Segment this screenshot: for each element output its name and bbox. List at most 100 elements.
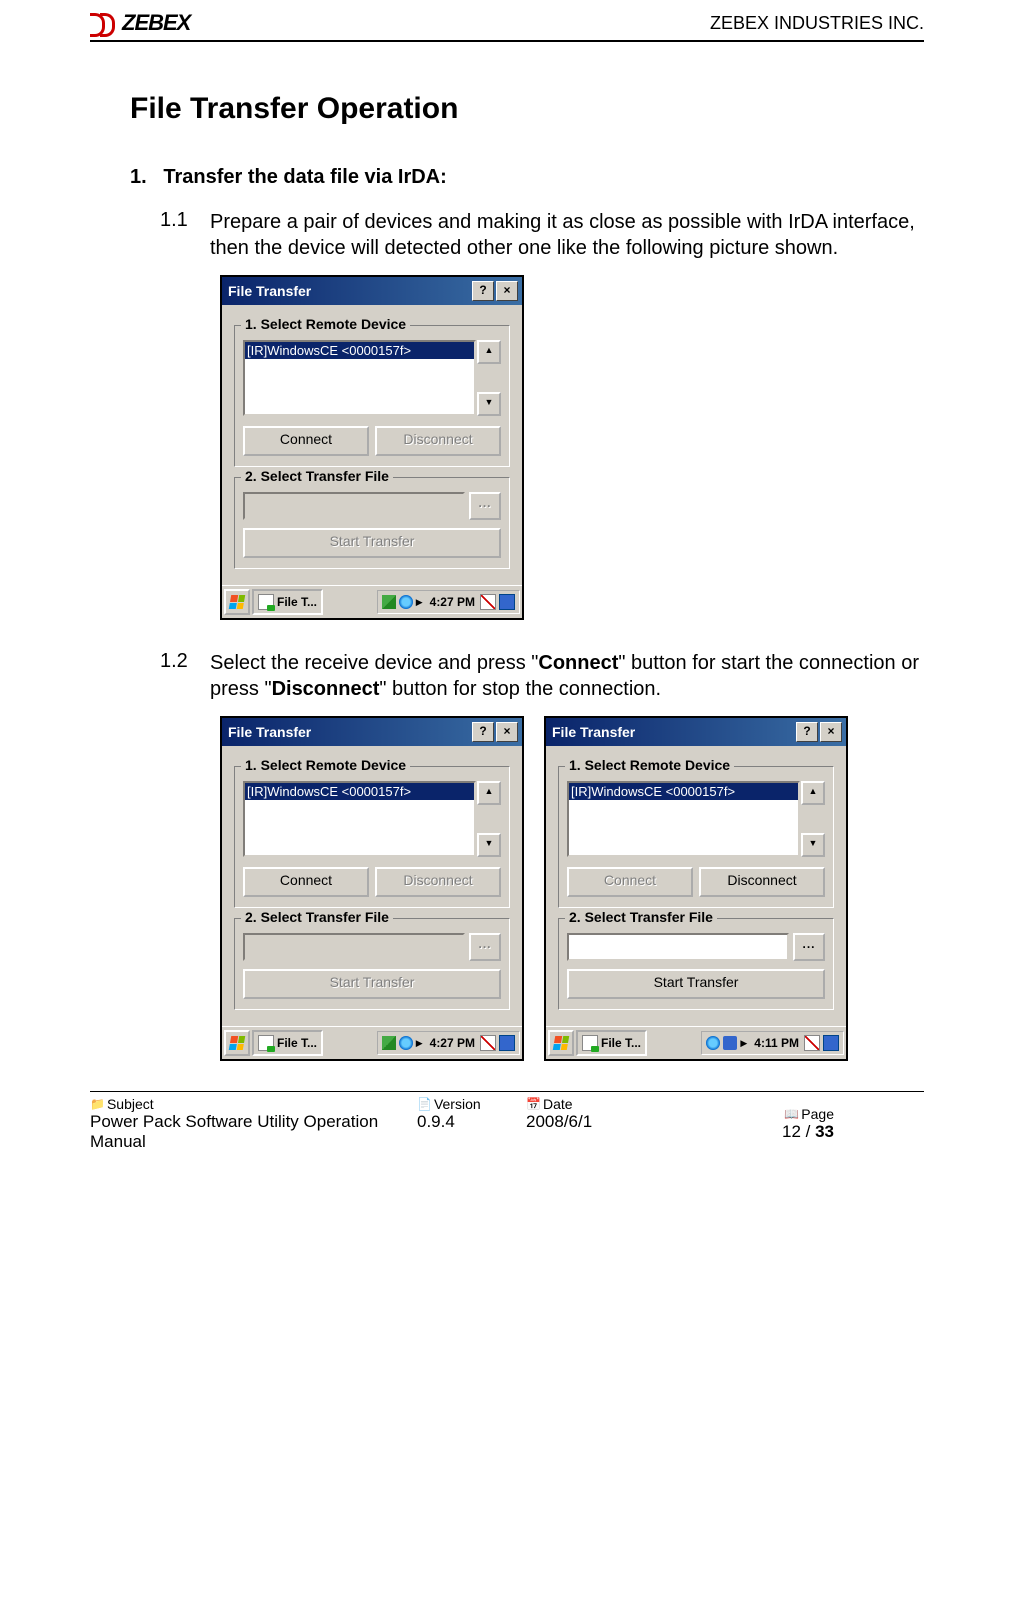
system-tray: ▶ 4:27 PM bbox=[377, 1031, 520, 1055]
tray-icon[interactable] bbox=[480, 1035, 496, 1051]
scroll-up-icon[interactable]: ▲ bbox=[801, 781, 825, 805]
titlebar: File Transfer ? × bbox=[222, 277, 522, 305]
scroll-down-icon[interactable]: ▼ bbox=[477, 392, 501, 416]
clock: 4:27 PM bbox=[428, 1036, 477, 1050]
tray-icon[interactable] bbox=[804, 1035, 820, 1051]
close-button[interactable]: × bbox=[496, 722, 518, 742]
tray-icon[interactable] bbox=[399, 595, 413, 609]
footer-date: 2008/6/1 bbox=[526, 1112, 657, 1132]
substep-1-2: 1.2 Select the receive device and press … bbox=[160, 650, 924, 702]
clock: 4:27 PM bbox=[428, 595, 477, 609]
company-name: ZEBEX INDUSTRIES INC. bbox=[710, 13, 924, 34]
group-remote-device: 1. Select Remote Device [IR]WindowsCE <0… bbox=[234, 325, 510, 467]
tray-icon[interactable] bbox=[382, 595, 396, 609]
taskbar: File T... ▶ 4:11 PM bbox=[546, 1026, 846, 1059]
start-transfer-button: Start Transfer bbox=[243, 528, 501, 558]
group-remote-device: 1. Select Remote Device [IR]WindowsCE <0… bbox=[234, 766, 510, 908]
taskbar-app[interactable]: File T... bbox=[576, 1030, 647, 1056]
scroll-down-icon[interactable]: ▼ bbox=[477, 833, 501, 857]
device-item[interactable]: [IR]WindowsCE <0000157f> bbox=[245, 342, 474, 359]
connect-button: Connect bbox=[567, 867, 693, 897]
device-list[interactable]: [IR]WindowsCE <0000157f> bbox=[243, 340, 476, 416]
device-list[interactable]: [IR]WindowsCE <0000157f> bbox=[243, 781, 476, 857]
windows-icon bbox=[229, 1036, 245, 1050]
browse-button: ... bbox=[469, 492, 501, 520]
footer-version: 0.9.4 bbox=[417, 1112, 526, 1132]
start-button[interactable] bbox=[548, 1030, 574, 1056]
group-remote-device: 1. Select Remote Device [IR]WindowsCE <0… bbox=[558, 766, 834, 908]
step-1: 1. Transfer the data file via IrDA: bbox=[130, 166, 924, 189]
show-desktop-icon[interactable] bbox=[499, 594, 515, 610]
device-list[interactable]: [IR]WindowsCE <0000157f> bbox=[567, 781, 800, 857]
browse-button[interactable]: ... bbox=[793, 933, 825, 961]
logo-icon bbox=[90, 13, 118, 33]
clock-arrow-icon: ▶ bbox=[416, 597, 423, 608]
close-button[interactable]: × bbox=[496, 281, 518, 301]
scroll-down-icon[interactable]: ▼ bbox=[801, 833, 825, 857]
titlebar: File Transfer ? × bbox=[546, 718, 846, 746]
folder-icon: 📁 bbox=[90, 1097, 105, 1111]
logo: ZEBEX bbox=[90, 10, 190, 36]
app-icon bbox=[582, 1035, 598, 1051]
disconnect-button: Disconnect bbox=[375, 426, 501, 456]
window-title: File Transfer bbox=[550, 724, 794, 740]
clock-arrow-icon: ▶ bbox=[416, 1038, 423, 1049]
browse-button: ... bbox=[469, 933, 501, 961]
window-title: File Transfer bbox=[226, 724, 470, 740]
group-transfer-file: 2. Select Transfer File ... Start Transf… bbox=[558, 918, 834, 1010]
app-icon bbox=[258, 1035, 274, 1051]
tray-icon[interactable] bbox=[706, 1036, 720, 1050]
app-icon bbox=[258, 594, 274, 610]
windows-icon bbox=[229, 595, 245, 609]
clock: 4:11 PM bbox=[752, 1036, 801, 1050]
tray-icon[interactable] bbox=[399, 1036, 413, 1050]
footer-subject: Power Pack Software Utility Operation Ma… bbox=[90, 1112, 417, 1152]
file-path-input bbox=[243, 492, 465, 520]
logo-text: ZEBEX bbox=[122, 10, 190, 36]
page-footer: 📁Subject Power Pack Software Utility Ope… bbox=[90, 1091, 924, 1162]
calendar-icon: 📅 bbox=[526, 1097, 541, 1111]
tray-icon[interactable] bbox=[382, 1036, 396, 1050]
taskbar-app[interactable]: File T... bbox=[252, 589, 323, 615]
page-header: ZEBEX ZEBEX INDUSTRIES INC. bbox=[90, 10, 924, 42]
scroll-up-icon[interactable]: ▲ bbox=[477, 340, 501, 364]
window-title: File Transfer bbox=[226, 283, 470, 299]
substep-1-1: 1.1 Prepare a pair of devices and making… bbox=[160, 209, 924, 261]
start-button[interactable] bbox=[224, 1030, 250, 1056]
show-desktop-icon[interactable] bbox=[823, 1035, 839, 1051]
screenshot-3: File Transfer ? × 1. Select Remote Devic… bbox=[544, 716, 848, 1061]
file-path-input[interactable] bbox=[567, 933, 789, 961]
system-tray: ▶ 4:27 PM bbox=[377, 590, 520, 614]
disconnect-button: Disconnect bbox=[375, 867, 501, 897]
page-title: File Transfer Operation bbox=[130, 92, 924, 126]
connect-button[interactable]: Connect bbox=[243, 867, 369, 897]
group-transfer-file: 2. Select Transfer File ... Start Transf… bbox=[234, 477, 510, 569]
disconnect-button[interactable]: Disconnect bbox=[699, 867, 825, 897]
tray-icon[interactable] bbox=[723, 1036, 737, 1050]
system-tray: ▶ 4:11 PM bbox=[701, 1031, 844, 1055]
windows-icon bbox=[553, 1036, 569, 1050]
start-button[interactable] bbox=[224, 589, 250, 615]
show-desktop-icon[interactable] bbox=[499, 1035, 515, 1051]
close-button[interactable]: × bbox=[820, 722, 842, 742]
taskbar: File T... ▶ 4:27 PM bbox=[222, 585, 522, 618]
taskbar: File T... ▶ 4:27 PM bbox=[222, 1026, 522, 1059]
device-item[interactable]: [IR]WindowsCE <0000157f> bbox=[245, 783, 474, 800]
book-icon: 📖 bbox=[784, 1107, 799, 1121]
connect-button[interactable]: Connect bbox=[243, 426, 369, 456]
titlebar: File Transfer ? × bbox=[222, 718, 522, 746]
footer-page: 12 / 33 bbox=[747, 1122, 834, 1142]
document-icon: 📄 bbox=[417, 1097, 432, 1111]
help-button[interactable]: ? bbox=[472, 281, 494, 301]
screenshot-1: File Transfer ? × 1. Select Remote Devic… bbox=[220, 275, 524, 620]
scroll-up-icon[interactable]: ▲ bbox=[477, 781, 501, 805]
help-button[interactable]: ? bbox=[796, 722, 818, 742]
group-transfer-file: 2. Select Transfer File ... Start Transf… bbox=[234, 918, 510, 1010]
help-button[interactable]: ? bbox=[472, 722, 494, 742]
start-transfer-button[interactable]: Start Transfer bbox=[567, 969, 825, 999]
screenshot-2: File Transfer ? × 1. Select Remote Devic… bbox=[220, 716, 524, 1061]
device-item[interactable]: [IR]WindowsCE <0000157f> bbox=[569, 783, 798, 800]
tray-icon[interactable] bbox=[480, 594, 496, 610]
taskbar-app[interactable]: File T... bbox=[252, 1030, 323, 1056]
file-path-input bbox=[243, 933, 465, 961]
